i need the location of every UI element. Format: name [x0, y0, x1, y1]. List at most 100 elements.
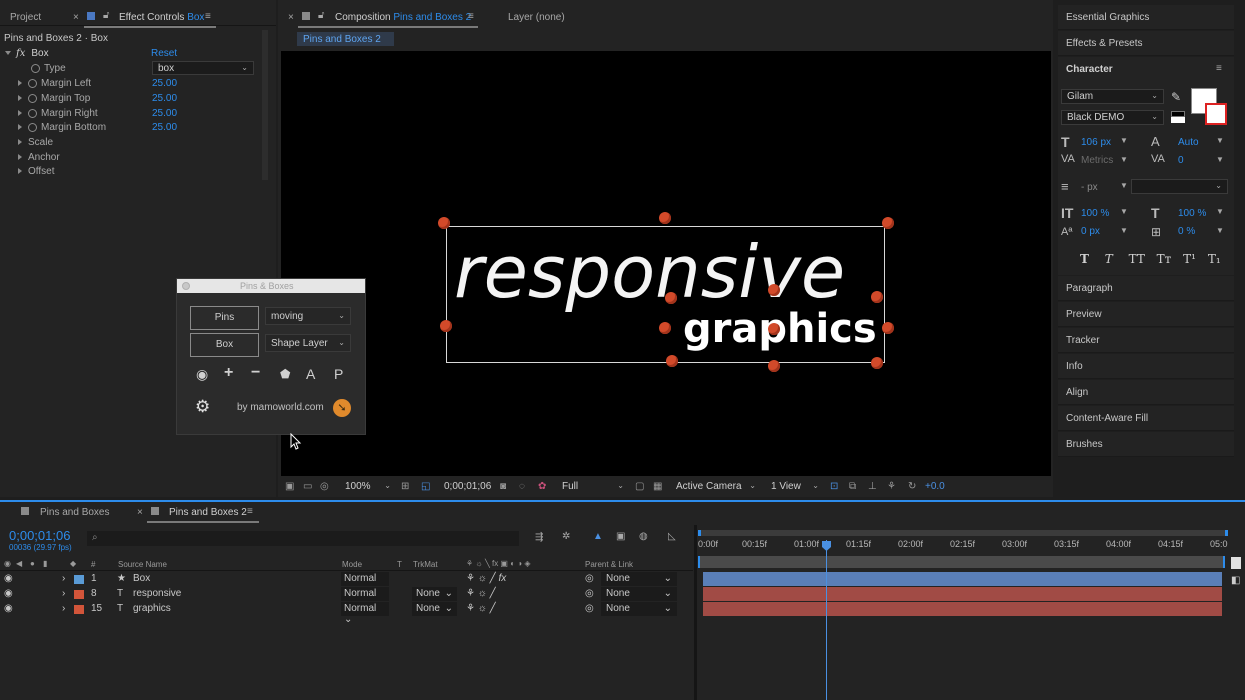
label-color-swatch[interactable] — [74, 575, 84, 584]
panel-menu-icon[interactable]: ≡ — [1216, 63, 1222, 74]
timeline-timecode[interactable]: 0;00;01;06 — [9, 528, 70, 543]
box-mode-dropdown[interactable]: Shape Layer ⌄ — [265, 334, 351, 352]
margin-right-value[interactable]: 25.00 — [152, 108, 177, 119]
pickwhip-icon[interactable]: ◎ — [585, 573, 594, 584]
comp-subtab[interactable]: Pins and Boxes 2 — [297, 32, 394, 46]
tab-timeline-2[interactable]: Pins and Boxes 2 — [169, 507, 247, 518]
faux-italic-button[interactable]: T — [1105, 252, 1113, 266]
chevron-down-icon[interactable]: ▼ — [1120, 181, 1128, 190]
content-aware-fill-header[interactable]: Content-Aware Fill — [1058, 406, 1234, 431]
layer-mode[interactable]: Normal ⌄ — [341, 572, 389, 595]
layer-bar[interactable] — [703, 572, 1222, 586]
essential-graphics-header[interactable]: Essential Graphics — [1058, 5, 1234, 30]
font-style-dropdown[interactable]: Black DEMO ⌄ — [1061, 110, 1164, 125]
layer-mode[interactable]: Normal ⌄ — [341, 602, 389, 625]
brushes-header[interactable]: Brushes — [1058, 432, 1234, 457]
parent-dropdown[interactable]: None ⌄ — [601, 572, 677, 586]
preview-header[interactable]: Preview — [1058, 302, 1234, 327]
margin-top-value[interactable]: 25.00 — [152, 93, 177, 104]
pins-button[interactable]: Pins — [190, 306, 259, 330]
expand-icon[interactable] — [18, 124, 22, 131]
layer-switches[interactable]: ⚘ ☼ ╱ fx — [466, 573, 506, 584]
kerning-value[interactable]: Metrics — [1081, 155, 1113, 166]
stopwatch-icon[interactable] — [28, 78, 37, 88]
tab-layer[interactable]: Layer (none) — [508, 12, 565, 23]
region-icon[interactable]: ◱ — [421, 481, 430, 492]
timeline-scroll-nav[interactable] — [1231, 557, 1241, 569]
panel-scrollbar[interactable] — [262, 30, 268, 180]
stopwatch-icon[interactable] — [28, 108, 37, 118]
zoom-dropdown[interactable]: 100% ⌄ — [340, 480, 396, 494]
expand-icon[interactable] — [18, 139, 22, 146]
pin-icon[interactable] — [438, 217, 450, 229]
group-offset[interactable]: Offset — [18, 166, 55, 177]
faux-bold-button[interactable]: T — [1080, 252, 1089, 266]
close-dot-icon[interactable] — [182, 282, 190, 290]
expand-icon[interactable]: › — [62, 603, 65, 614]
chevron-down-icon[interactable]: ▼ — [1216, 207, 1224, 216]
gear-icon[interactable]: ⚙ — [195, 397, 210, 417]
font-size-value[interactable]: 106 px — [1081, 137, 1111, 148]
layer-bar[interactable] — [703, 602, 1222, 616]
layer-mode[interactable]: Normal ⌄ — [341, 587, 389, 610]
lock-icon[interactable] — [302, 12, 310, 20]
layer-row[interactable]: ◉ › 8 T responsive Normal ⌄ None⌄ ⚘ ☼ ╱ … — [0, 587, 693, 610]
parent-dropdown[interactable]: None ⌄ — [601, 602, 677, 616]
vertical-scale-value[interactable]: 100 % — [1081, 208, 1109, 219]
layer-name[interactable]: Box — [133, 573, 150, 584]
tab-project[interactable]: Project — [10, 12, 41, 23]
small-caps-button[interactable]: Tт — [1157, 252, 1172, 266]
trkmat-dropdown[interactable]: None ⌄ — [412, 587, 457, 601]
stroke-color-swatch[interactable] — [1205, 103, 1227, 125]
motion-blur-icon[interactable]: ◍ — [639, 531, 648, 542]
credit-link[interactable]: by mamoworld.com — [237, 402, 324, 413]
eyedropper-icon[interactable]: ✎ — [1171, 90, 1181, 104]
expand-icon[interactable] — [18, 154, 22, 161]
chevron-down-icon[interactable]: ▼ — [1120, 207, 1128, 216]
label-color-swatch[interactable] — [74, 590, 84, 599]
pin-icon[interactable] — [768, 284, 780, 296]
transparency-grid-icon[interactable]: ▦ — [653, 481, 662, 492]
mask-icon[interactable]: ◎ — [320, 481, 329, 492]
tab-composition[interactable]: Composition Pins and Boxes 2 — [335, 12, 471, 23]
pickwhip-icon[interactable]: ◎ — [585, 603, 594, 614]
eye-icon[interactable]: ◉ — [196, 366, 208, 383]
trkmat-dropdown[interactable]: None ⌄ — [412, 602, 457, 616]
pickwhip-icon[interactable]: ◎ — [585, 588, 594, 599]
comp-mini-flowchart-icon[interactable]: ⇶ — [535, 532, 543, 543]
expand-icon[interactable]: › — [62, 588, 65, 599]
chevron-down-icon[interactable]: ▼ — [1120, 136, 1128, 145]
timeline-icon[interactable]: ⊥ — [868, 481, 877, 492]
chevron-down-icon[interactable]: ▼ — [1216, 226, 1224, 235]
reset-button[interactable]: Reset — [151, 48, 177, 59]
stroke-width-value[interactable]: - px — [1081, 182, 1098, 193]
font-family-dropdown[interactable]: Gilam ⌄ — [1061, 89, 1164, 104]
panel-menu-icon[interactable]: ≡ — [205, 11, 211, 22]
flowchart-icon[interactable]: ⚘ — [887, 481, 896, 492]
group-scale[interactable]: Scale — [18, 137, 53, 148]
tracking-value[interactable]: 0 — [1178, 155, 1184, 166]
pins-mode-dropdown[interactable]: moving ⌄ — [265, 307, 351, 325]
chevron-down-icon[interactable]: ▼ — [1120, 226, 1128, 235]
stopwatch-icon[interactable] — [28, 122, 37, 132]
lock-icon[interactable] — [87, 12, 95, 20]
pin-icon[interactable] — [659, 322, 671, 334]
chevron-down-icon[interactable]: ▼ — [1216, 136, 1224, 145]
time-ruler[interactable]: 0:00f 00:15f 01:00f 01:15f 02:00f 02:15f… — [698, 536, 1228, 554]
group-anchor[interactable]: Anchor — [18, 152, 60, 163]
panel-menu-icon[interactable]: ≡ — [247, 506, 253, 517]
expand-icon[interactable] — [18, 80, 22, 87]
baseline-shift-value[interactable]: 0 px — [1081, 226, 1100, 237]
paragraph-header[interactable]: Paragraph — [1058, 276, 1234, 301]
label-color-swatch[interactable] — [74, 605, 84, 614]
tracker-header[interactable]: Tracker — [1058, 328, 1234, 353]
layer-switches[interactable]: ⚘ ☼ ╱ — [466, 588, 496, 599]
margin-left-value[interactable]: 25.00 — [152, 78, 177, 89]
pin-icon[interactable] — [440, 320, 452, 332]
tsume-value[interactable]: 0 % — [1178, 226, 1195, 237]
info-header[interactable]: Info — [1058, 354, 1234, 379]
grid-icon[interactable]: ⊞ — [401, 481, 409, 492]
exposure-value[interactable]: +0.0 — [925, 481, 945, 492]
mamoworld-logo-icon[interactable]: ➘ — [333, 399, 351, 417]
region-of-interest-icon[interactable]: ▢ — [635, 481, 644, 492]
